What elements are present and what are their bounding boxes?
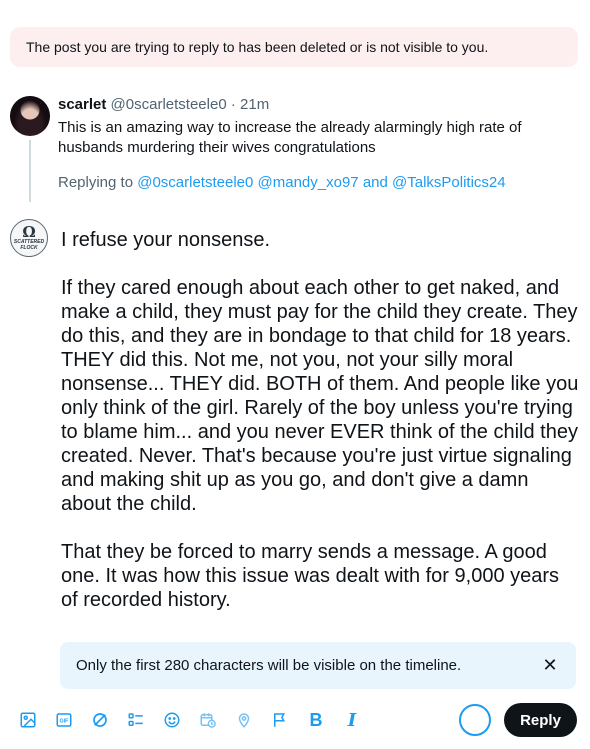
emoji-icon[interactable] [154,706,190,734]
mention-link[interactable]: @0scarletsteele0 [137,174,253,191]
handle[interactable]: @0scarletsteele0 [111,96,227,113]
grok-icon[interactable] [82,706,118,734]
deleted-post-notice: The post you are trying to reply to has … [10,27,578,67]
replying-to: Replying to @0scarletsteele0 @mandy_xo97… [58,173,506,193]
character-count-ring [459,704,491,736]
notice-text: The post you are trying to reply to has … [26,39,489,55]
thread-line [29,140,31,202]
mention-link[interactable]: @TalksPolitics24 [392,174,506,191]
compose-textarea[interactable]: I refuse your nonsense. If they cared en… [61,228,581,636]
warning-text: Only the first 280 characters will be vi… [76,657,462,674]
location-icon[interactable] [226,706,262,734]
reply-button[interactable]: Reply [504,703,577,737]
bold-icon[interactable]: B [298,706,334,734]
compose-paragraph: That they be forced to marry sends a mes… [61,541,560,611]
image-icon[interactable] [10,706,46,734]
avatar[interactable] [10,96,50,136]
mention-link[interactable]: @mandy_xo97 [258,174,359,191]
compose-paragraph: If they cared enough about each other to… [61,277,579,515]
schedule-icon[interactable] [190,706,226,734]
post-time[interactable]: 21m [240,96,269,113]
flag-icon[interactable] [262,706,298,734]
separator: · [230,96,236,113]
gif-label: GIF [60,719,70,725]
original-post-text: This is an amazing way to increase the a… [58,119,522,156]
user-avatar[interactable]: Ω SCATTERED FLOCK [10,219,48,257]
avatar-logo-symbol: Ω [22,223,36,241]
compose-toolbar: GIF B I [10,706,370,734]
display-name[interactable]: scarlet [58,96,106,113]
replying-prefix: Replying to [58,174,134,191]
compose-paragraph: I refuse your nonsense. [61,229,271,251]
avatar-logo-text: SCATTERED FLOCK [13,239,45,251]
poll-icon[interactable] [118,706,154,734]
close-icon[interactable]: ✕ [540,655,560,676]
italic-icon[interactable]: I [334,706,370,734]
character-limit-warning: Only the first 280 characters will be vi… [60,642,576,689]
gif-icon[interactable]: GIF [46,706,82,734]
mention-conjunction[interactable]: and [363,174,388,191]
original-post-header: scarlet @0scarletsteele0 · 21m [58,96,269,114]
